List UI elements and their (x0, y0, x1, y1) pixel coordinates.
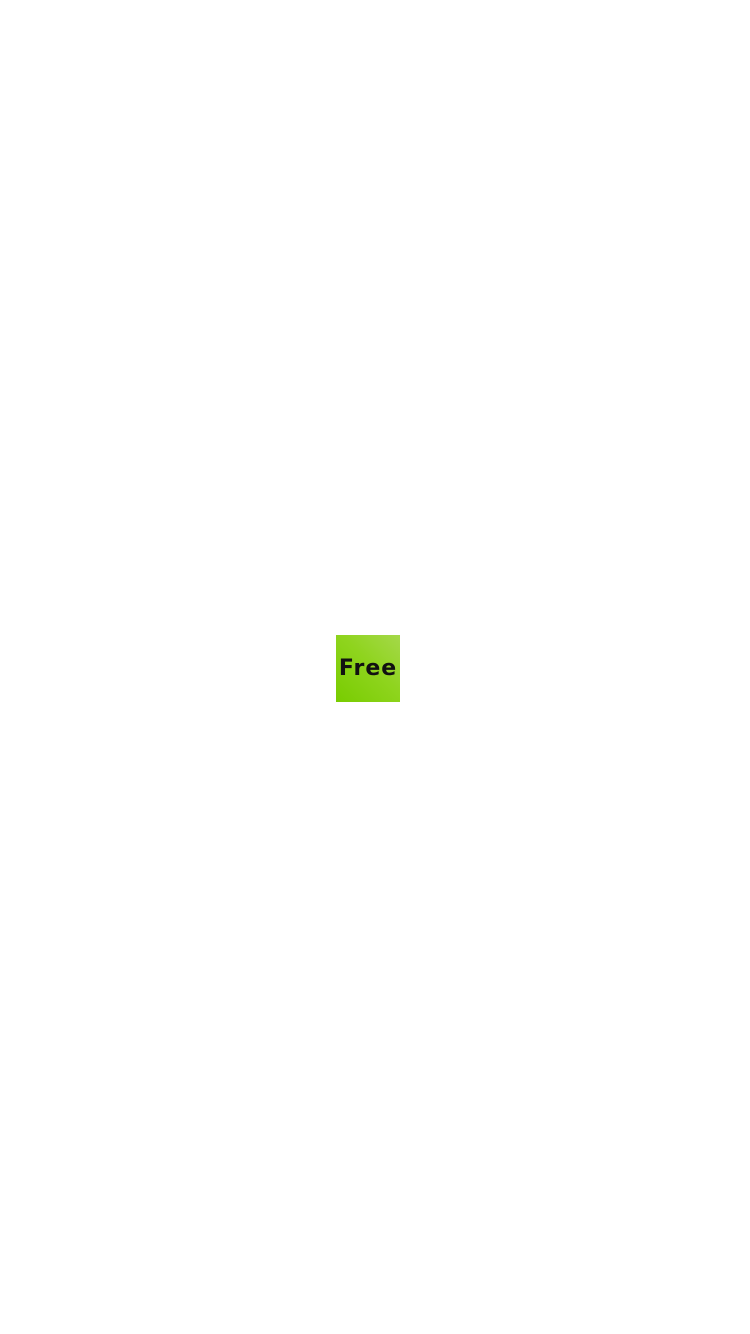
app-screen: Free (0, 0, 750, 1334)
free-badge-label: Free (338, 655, 398, 681)
free-badge-button[interactable]: Free (336, 635, 400, 702)
